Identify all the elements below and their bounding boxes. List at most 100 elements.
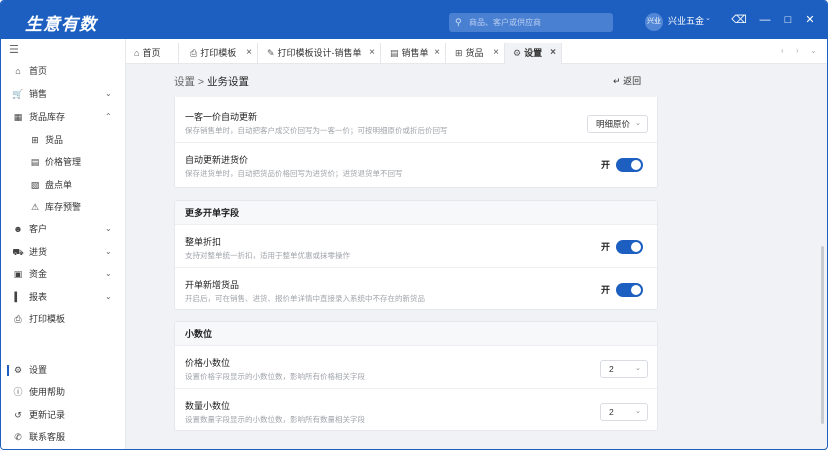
chevron-up-icon: ⌃ [105, 112, 112, 121]
settings-card-price: 一客一价自动更新 保存销售单时，自动把客户成交价回写为一客一价；可按明细原价或折… [174, 97, 658, 188]
tab-print-templates[interactable]: ⎙ 打印模板 × [182, 43, 258, 64]
tab-sales-order[interactable]: ▤ 销售单 × [382, 43, 446, 64]
sidebar: ☰ ⌂ 首页 🛒 销售 ⌄ ▦ 货品库存 ⌃ ⊞ 货品 ▤ 价格管理 ▧ 盘点单… [1, 39, 126, 449]
app-logo: 生意有数 [25, 15, 97, 34]
purchase-price-toggle[interactable]: 开 [601, 158, 647, 172]
price-decimals-select[interactable]: 2 ⌄ [600, 360, 648, 378]
close-icon[interactable]: × [434, 43, 440, 63]
breadcrumb-parent[interactable]: 设置 [174, 76, 195, 88]
home-icon: ⌂ [134, 48, 140, 58]
edit-icon: ✎ [267, 48, 275, 58]
sidebar-item-help[interactable]: ⓘ 使用帮助 [1, 382, 126, 402]
inventory-icon: ▦ [13, 112, 23, 122]
new-goods-toggle[interactable]: 开 [601, 283, 647, 297]
printer-icon: ⎙ [14, 314, 22, 324]
tab-settings[interactable]: ⚙ 设置 × [504, 43, 562, 64]
sidebar-item-home[interactable]: ⌂ 首页 [1, 61, 126, 81]
sidebar-item-funds[interactable]: ▣ 资金 ⌄ [1, 264, 126, 284]
tab-home[interactable]: ⌂ 首页 [126, 43, 179, 64]
sidebar-item-reports[interactable]: ▍ 报表 ⌄ [1, 287, 126, 307]
section-title: 小数位 [175, 322, 657, 346]
sidebar-item-sales[interactable]: 🛒 销售 ⌄ [1, 84, 126, 104]
price-mode-select[interactable]: 明细原价 ⌄ [587, 115, 648, 133]
sidebar-item-price[interactable]: ▤ 价格管理 [1, 152, 126, 172]
menu-icon[interactable]: ☰ [9, 43, 19, 56]
grid-icon: ⊞ [455, 48, 463, 58]
cart-icon: 🛒 [12, 89, 24, 99]
sidebar-item-goods[interactable]: ⊞ 货品 [1, 130, 126, 150]
tab-goods[interactable]: ⊞ 货品 × [447, 43, 505, 64]
close-icon[interactable]: × [369, 43, 375, 63]
order-discount-toggle[interactable]: 开 [601, 240, 647, 254]
avatar[interactable]: 兴业 [645, 13, 663, 31]
chevron-down-icon: ⌄ [105, 89, 112, 98]
toggle-switch[interactable] [616, 240, 643, 254]
chevron-down-icon[interactable]: ⌄ [705, 14, 711, 22]
document-icon: ▤ [390, 48, 399, 58]
sidebar-item-support[interactable]: ✆ 联系客服 [1, 427, 126, 447]
sidebar-item-purchase[interactable]: ⛟ 进货 ⌄ [1, 242, 126, 262]
gear-icon: ⚙ [13, 365, 23, 375]
gear-icon: ⚙ [513, 48, 522, 58]
active-indicator [7, 365, 9, 376]
setting-row-purchase-price: 自动更新进货价 保存进货单时，自动把货品价格回写为进货价；进货退货单不回写 开 [175, 144, 657, 186]
toggle-switch[interactable] [616, 283, 643, 297]
settings-card-more-fields: 更多开单字段 整单折扣 支持对整单统一折扣，适用于整单优惠或抹零操作 开 开单新… [174, 200, 658, 310]
search-input[interactable]: ⚲ 商品、客户或供应商 [449, 13, 613, 32]
chevron-down-icon[interactable]: ⌄ [810, 46, 817, 55]
search-placeholder: 商品、客户或供应商 [469, 18, 541, 27]
warning-icon: ⚠ [30, 202, 40, 212]
setting-row-new-goods: 开单新增货品 开启后，可在销售、进货、报价单详情中直接录入系统中不存在的新货品 … [175, 269, 657, 311]
sidebar-item-print-templates[interactable]: ⎙ 打印模板 [1, 309, 126, 329]
setting-row-order-discount: 整单折扣 支持对整单统一折扣，适用于整单优惠或抹零操作 开 [175, 226, 657, 268]
page-title: 业务设置 [206, 76, 249, 88]
sidebar-item-stock-alert[interactable]: ⚠ 库存预警 [1, 197, 126, 217]
tab-print-template-design[interactable]: ✎ 打印模板设计-销售单 × [259, 43, 381, 64]
shop-name[interactable]: 兴业五金 [668, 14, 704, 27]
tab-bar: ⌂ 首页 ⎙ 打印模板 × ✎ 打印模板设计-销售单 × ▤ 销售单 × ⊞ 货品 × ⚙… [126, 39, 827, 64]
printer-icon: ⎙ [190, 48, 198, 58]
settings-card-decimals: 小数位 价格小数位 设置价格字段显示的小数位数，影响所有价格相关字段 2 ⌄ 数… [174, 321, 658, 431]
close-icon[interactable]: × [550, 43, 556, 63]
breadcrumb: 设置 > 业务设置 [174, 74, 249, 89]
minimize-icon[interactable]: — [756, 11, 774, 29]
clipboard-icon: ▧ [30, 180, 40, 190]
maximize-icon[interactable]: □ [779, 11, 797, 29]
sidebar-item-changelog[interactable]: ↺ 更新记录 [1, 405, 126, 425]
breadcrumb-separator: > [197, 76, 205, 88]
help-icon: ⓘ [13, 387, 23, 397]
chat-icon: ✆ [14, 432, 22, 442]
history-icon: ↺ [14, 410, 22, 420]
sidebar-item-stocktake[interactable]: ▧ 盘点单 [1, 175, 126, 195]
setting-row-price-decimals: 价格小数位 设置价格字段显示的小数位数，影响所有价格相关字段 2 ⌄ [175, 347, 657, 389]
sidebar-item-customers[interactable]: ☻ 客户 ⌄ [1, 219, 126, 239]
chevron-left-icon[interactable]: ‹ [781, 46, 784, 55]
price-icon: ▤ [30, 157, 40, 167]
toggle-switch[interactable] [616, 158, 643, 172]
sidebar-item-inventory[interactable]: ▦ 货品库存 ⌃ [1, 107, 126, 127]
chevron-down-icon: ⌄ [635, 120, 641, 127]
grid-icon: ⊞ [31, 135, 39, 145]
home-icon: ⌂ [15, 66, 21, 76]
setting-row-customer-price: 一客一价自动更新 保存销售单时，自动把客户成交价回写为一客一价；可按明细原价或折… [175, 101, 657, 143]
scrollbar[interactable] [821, 246, 824, 424]
chevron-down-icon: ⌄ [105, 269, 112, 278]
section-title: 更多开单字段 [175, 201, 657, 225]
wallet-icon: ▣ [13, 269, 23, 279]
chevron-down-icon: ⌄ [635, 408, 641, 415]
clear-icon[interactable]: ⌫ [730, 11, 748, 29]
close-icon[interactable]: × [246, 43, 252, 63]
chart-icon: ▍ [14, 292, 22, 302]
back-button[interactable]: ↵ 返回 [613, 74, 641, 87]
users-icon: ☻ [13, 224, 23, 234]
chevron-down-icon: ⌄ [105, 224, 112, 233]
chevron-down-icon: ⌄ [105, 247, 112, 256]
sidebar-item-settings[interactable]: ⚙ 设置 [1, 360, 126, 380]
app-window: 生意有数 ⚲ 商品、客户或供应商 兴业 兴业五金 ⌄ ⌫ — □ ✕ ☰ ⌂ 首… [0, 0, 828, 450]
quantity-decimals-select[interactable]: 2 ⌄ [600, 403, 648, 421]
close-icon[interactable]: ✕ [801, 11, 819, 29]
search-icon: ⚲ [455, 17, 462, 27]
close-icon[interactable]: × [493, 43, 499, 63]
chevron-right-icon[interactable]: › [796, 46, 799, 55]
title-bar: 生意有数 ⚲ 商品、客户或供应商 兴业 兴业五金 ⌄ ⌫ — □ ✕ [1, 1, 827, 39]
